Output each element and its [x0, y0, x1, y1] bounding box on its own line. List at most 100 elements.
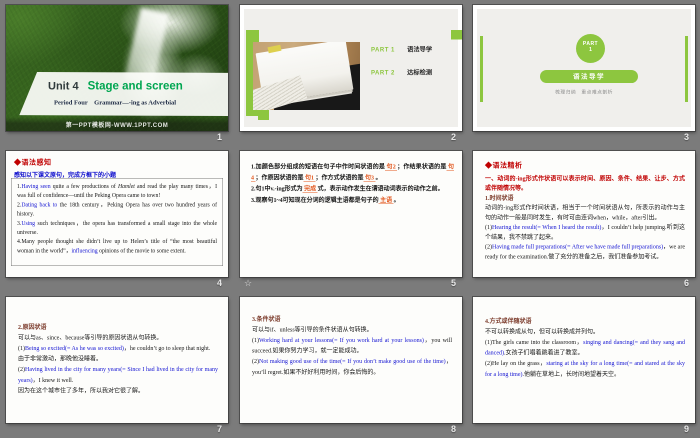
text-line: 3.条件状语 — [252, 314, 452, 325]
slide-cell-7: 2.原因状语 可以与as、since、because等引导的原因状语从句转换。 (1… — [6, 297, 228, 437]
watermark-strip: 第一PPT模板网-WWW.1PPT.COM — [6, 117, 228, 131]
answer-text-block: 1.加颜色部分组成的短语在句子中作时间状语的是 句2 ；作结果状语的是 句4 ；作原因状… — [251, 161, 454, 205]
text-segment: 。 — [393, 196, 400, 204]
green-accent-bar-right — [451, 30, 462, 40]
watermark-text: 第一PPT模板网-WWW.1PPT.COM — [65, 121, 169, 129]
text-segment: ，I knew it well. — [32, 376, 74, 384]
text-segment: 。 — [375, 174, 382, 182]
slide-caption-row: 4 — [6, 277, 228, 291]
slide-number: 4 — [216, 278, 222, 288]
slide-number: 6 — [683, 278, 689, 288]
slide-caption-row: ☆ 5 — [240, 277, 462, 291]
text-segment: Hamlet — [117, 183, 135, 190]
text-line: 动词的-ing形式作时间状语，相当于一个时间状语从句，所表示的动作与主句的动作一… — [485, 203, 685, 222]
grammar-text: 一、动词的-ing形式作状语可以表示时间、原因、条件、结果、让步、方式或伴随情况… — [485, 174, 685, 261]
text-segment: 主语 — [378, 196, 394, 204]
text-segment: Not making good use of the time(= If you… — [259, 357, 446, 365]
text-line: 1.时间状语 — [485, 193, 685, 203]
reason-adverbial-block: 2.原因状语 可以与as、since、because等引导的原因状语从句转换。 (1… — [18, 322, 218, 396]
part-label: PART 1 — [371, 46, 395, 53]
text-segment: 3.观察句1~4可知现在分词的逻辑主语都是句子的 — [251, 196, 379, 204]
sentence-box: 1.Having seen quite a few productions of… — [11, 178, 223, 266]
slide-thumbnail-9[interactable]: 4.方式或伴随状语 不可以转换成从句，但可以转换成并列句。 (1)The girls… — [473, 297, 695, 423]
text-line: 3.Using such techniques，the opera has tr… — [17, 219, 217, 237]
text-line: (2)Having lived in the city for many yea… — [18, 364, 218, 385]
unit-label: Unit 4 — [48, 79, 79, 93]
text-segment: 1.时间状语 — [485, 194, 514, 202]
section-subtitle: 梳理归纳 重点难点剖析 — [555, 89, 613, 96]
text-segment: opinions of the movie to some extent. — [97, 247, 186, 254]
part-word: PART — [582, 41, 599, 47]
text-segment: (1)The girls came into the classroom， — [485, 338, 584, 346]
text-line: (2)He lay on the grass，staring at the sk… — [485, 358, 685, 379]
slide-title: Stage and screen — [87, 79, 183, 92]
text-line: 不可以转换成从句，但可以转换成并列句。 — [485, 327, 685, 338]
slide-number: 5 — [450, 278, 456, 288]
toc-item-1: PART 1 语法导学 — [371, 44, 432, 54]
slide-cell-1: Unit 4 Stage and screen Period Four Gram… — [6, 5, 228, 145]
part-number: 1 — [589, 47, 592, 53]
text-line: 4.方式或伴随状语 — [485, 316, 685, 327]
slide-header-block: ◆语法感知 感知以下课文原句，完成方框下的小题 — [14, 157, 220, 179]
slide-thumbnail-2[interactable]: PART 1 语法导学 PART 2 达标检测 — [240, 5, 462, 131]
slide-thumbnail-4[interactable]: ◆语法感知 感知以下课文原句，完成方框下的小题 1.Having seen qu… — [6, 151, 228, 277]
text-line: (2)Having made full preparations(= After… — [485, 242, 685, 261]
text-segment: (2) — [18, 365, 25, 373]
text-segment: (2) — [252, 357, 259, 365]
slide-number: 8 — [450, 424, 456, 434]
slide-caption-row: 9 — [473, 423, 695, 437]
condition-adverbial-block: 3.条件状语 可以与if、unless等引导的条件状语从句转换。 (1)Workin… — [252, 314, 452, 377]
text-segment: (1) — [18, 344, 25, 352]
text-segment: 式，表示动作发生在谓语动词表示的动作之前。 — [317, 185, 444, 193]
text-segment: 3.条件状语 — [252, 315, 281, 323]
slide-thumbnail-8[interactable]: 3.条件状语 可以与if、unless等引导的条件状语从句转换。 (1)Workin… — [240, 297, 462, 423]
section-header: ◆语法精析 — [485, 161, 523, 169]
text-line: 3.观察句1~4可知现在分词的逻辑主语都是句子的 主语。 — [251, 194, 454, 205]
text-segment: (1) — [485, 223, 492, 231]
text-line: 2.句1中v.-ing形式为 完成 式，表示动作发生在谓语动词表示的动作之前。 — [251, 183, 454, 194]
toc-item-2: PART 2 达标检测 — [371, 67, 432, 77]
text-line: 一、动词的-ing形式作状语可以表示时间、原因、条件、结果、让步、方式或伴随情况… — [485, 174, 685, 193]
text-line: 1.Having seen quite a few productions of… — [17, 182, 217, 200]
content-panel — [477, 9, 691, 127]
text-segment: .他躺在草地上，长时间地望着天空。 — [522, 370, 620, 378]
part-label: PART 2 — [371, 69, 395, 76]
part-title: 语法导学 — [407, 46, 433, 53]
slide-cell-6: ◆语法精析 一、动词的-ing形式作状语可以表示时间、原因、条件、结果、让步、方… — [473, 151, 695, 291]
animation-star-icon: ☆ — [244, 278, 253, 288]
slide-number: 3 — [683, 132, 689, 142]
part-circle-badge: PART 1 — [576, 34, 605, 63]
slide-cell-9: 4.方式或伴随状语 不可以转换成从句，但可以转换成并列句。 (1)The girls… — [473, 297, 695, 437]
part-title: 达标检测 — [407, 69, 433, 76]
slide-sorter-canvas: Unit 4 Stage and screen Period Four Gram… — [0, 0, 700, 438]
text-line: 可以与as、since、because等引导的原因状语从句转换。 — [18, 333, 218, 344]
slide-thumbnail-3[interactable]: PART 1 语法导学 梳理归纳 重点难点剖析 — [473, 5, 695, 131]
text-segment: 由于非常激动，那晚他没睡着。 — [18, 355, 103, 363]
slide-thumbnail-6[interactable]: ◆语法精析 一、动词的-ing形式作状语可以表示时间、原因、条件、结果、让步、方… — [473, 151, 695, 277]
text-segment: 句2 — [385, 163, 398, 171]
text-segment: ；作结果状语的是 — [397, 163, 447, 170]
text-segment: Using — [21, 220, 36, 227]
text-segment: 可以与if、unless等引导的条件状语从句转换。 — [252, 326, 373, 334]
text-line: 1.加颜色部分组成的短语在句子中作时间状语的是 句2 ；作结果状语的是 句4 ；作原因状… — [251, 161, 454, 183]
slide-thumbnail-5[interactable]: 1.加颜色部分组成的短语在句子中作时间状语的是 句2 ；作结果状语的是 句4 ；作原因状… — [240, 151, 462, 277]
slide-caption-row: 7 — [6, 423, 228, 437]
text-segment: (2)He lay on the grass， — [485, 359, 547, 367]
slide-caption-row: 2 — [240, 131, 462, 145]
text-line: 由于非常激动，那晚他没睡着。 — [18, 354, 218, 365]
text-line: 2.Dating back to the 18th century，Peking… — [17, 200, 217, 218]
text-segment: 不可以转换成从句，但可以转换成并列句。 — [485, 328, 600, 336]
slide-cell-3: PART 1 语法导学 梳理归纳 重点难点剖析 3 — [473, 5, 695, 145]
title-band: Unit 4 Stage and screen Period Four Gram… — [19, 72, 228, 116]
text-segment: Hearing the result(= When I heard the re… — [492, 223, 602, 231]
section-title-pill: 语法导学 — [540, 70, 638, 83]
slide-caption-row: 1 — [6, 131, 228, 145]
text-line: (1)The girls came into the classroom，sin… — [485, 337, 685, 358]
table-of-contents: PART 1 语法导学 PART 2 达标检测 — [371, 44, 432, 90]
slide-thumbnail-1[interactable]: Unit 4 Stage and screen Period Four Gram… — [6, 5, 228, 131]
text-segment: 2.句1中v.-ing形式为 — [251, 185, 303, 193]
text-line: (1)Being so excited(= As he was so excit… — [18, 343, 218, 354]
text-segment: 完成 — [302, 185, 318, 193]
text-segment: Dating back to — [21, 201, 58, 208]
slide-thumbnail-7[interactable]: 2.原因状语 可以与as、since、because等引导的原因状语从句转换。 (1… — [6, 297, 228, 423]
